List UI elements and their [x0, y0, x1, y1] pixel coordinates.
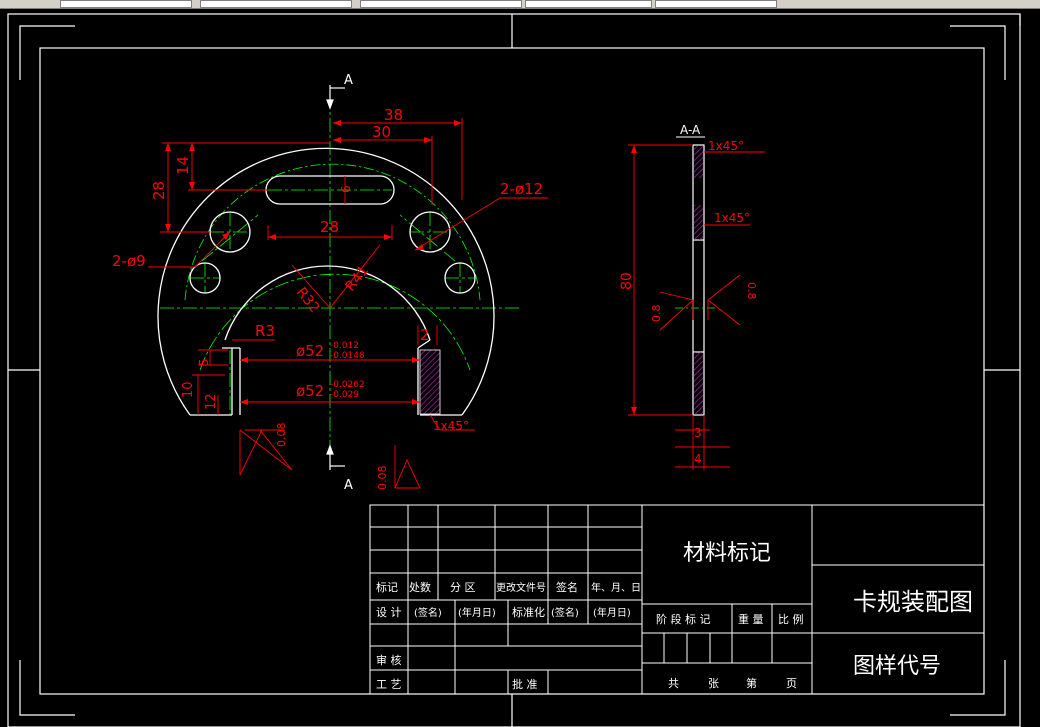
label-approve: 批 准 — [512, 677, 538, 691]
side-view-title: A-A — [680, 123, 701, 137]
section-bottom-label: A — [344, 478, 353, 493]
label-scale: 比 例 — [778, 612, 804, 626]
label-weight: 重 量 — [738, 612, 764, 626]
drawing-frame — [7, 13, 1021, 727]
tol1-lower: -0.0148 — [330, 351, 365, 361]
label-sign: 签名 — [556, 580, 578, 594]
label-review: 审 核 — [376, 653, 402, 667]
dim-5: 5 — [197, 358, 211, 366]
label-sheets: 张 — [708, 677, 719, 690]
dim-6: 6 — [339, 185, 353, 193]
label-sign-paren1: (签名) — [414, 606, 442, 619]
label-process: 工 艺 — [376, 678, 402, 691]
label-count: 处数 — [409, 581, 431, 594]
roughness-bottom: 0.08 — [376, 466, 389, 491]
dim-10: 10 — [181, 381, 196, 398]
tol2-upper: -0.0262 — [330, 380, 365, 390]
tol1-upper: -0.012 — [330, 341, 359, 351]
dim-38: 38 — [384, 106, 403, 124]
dim-12: 12 — [204, 393, 219, 410]
label-r3: R3 — [255, 322, 275, 340]
label-gap-2: 2 — [420, 326, 430, 344]
front-view: A A 38 30 28 2-ø9 2-ø12 R3 2 1x45° 28 14… — [112, 73, 548, 493]
label-nth: 第 — [746, 676, 757, 690]
label-2-phi9: 2-ø9 — [112, 252, 146, 270]
dim-28-horiz: 28 — [320, 218, 339, 236]
side-thick-3: 3 — [694, 426, 702, 440]
drawing-title: 卡规装配图 — [853, 588, 973, 616]
label-total: 共 — [668, 677, 679, 690]
roughness-left: 0.08 — [275, 423, 288, 448]
drawing-canvas: A A 38 30 28 2-ø9 2-ø12 R3 2 1x45° 28 14… — [7, 13, 1021, 727]
cad-viewport[interactable]: A A 38 30 28 2-ø9 2-ø12 R3 2 1x45° 28 14… — [0, 0, 1040, 727]
label-chamfer-front: 1x45° — [433, 419, 469, 433]
label-r32: R32 — [293, 285, 323, 317]
side-chamfer-mid: 1x45° — [714, 211, 750, 225]
label-standard: 标准化 — [512, 605, 545, 619]
dim-14: 14 — [174, 156, 192, 175]
tol1-base: ø52 — [296, 342, 324, 360]
label-date-paren2: (年月日) — [593, 606, 631, 619]
label-sign-paren2: (签名) — [551, 606, 579, 619]
label-mark: 标记 — [376, 580, 398, 594]
label-date-paren1: (年月日) — [458, 606, 496, 619]
label-page: 页 — [786, 677, 797, 690]
label-zone: 分 区 — [450, 581, 476, 594]
drawing-code: 图样代号 — [853, 654, 941, 679]
material-mark: 材料标记 — [683, 541, 771, 566]
side-view: A-A 1x45° 1x45° 80 0.8 0.8 3 4 — [619, 123, 765, 470]
side-roughness-right: 0.8 — [745, 282, 758, 300]
tol2-base: ø52 — [296, 382, 324, 400]
side-thick-4: 4 — [694, 452, 702, 466]
title-block: 材料标记 卡规装配图 图样代号 标记 处数 分 区 更改文件号 签名 年、月、日… — [369, 504, 985, 695]
label-2-phi12: 2-ø12 — [500, 180, 543, 198]
tol2-lower: -0.029 — [330, 390, 359, 400]
label-change-doc: 更改文件号 — [496, 581, 546, 594]
side-height-80: 80 — [619, 272, 635, 290]
label-stage-mark: 阶 段 标 记 — [656, 612, 711, 626]
dim-28-vert: 28 — [150, 181, 168, 200]
label-date: 年、月、日 — [591, 581, 641, 594]
section-top-label: A — [344, 73, 353, 88]
dim-30: 30 — [372, 123, 391, 141]
label-design: 设 计 — [376, 606, 402, 619]
side-roughness-left: 0.8 — [650, 305, 663, 323]
side-chamfer-top: 1x45° — [708, 139, 744, 153]
